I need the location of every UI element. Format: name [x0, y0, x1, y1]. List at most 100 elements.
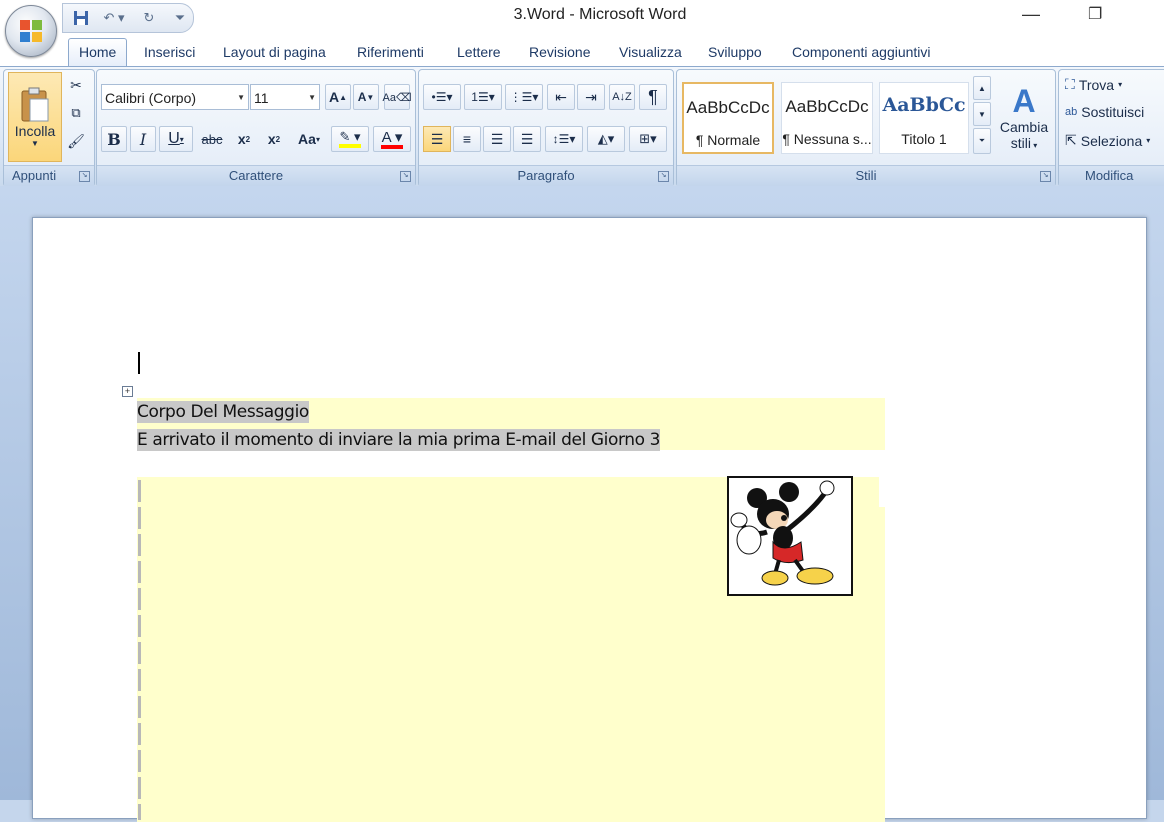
clear-formatting-icon[interactable]: Aa⌫ — [383, 84, 412, 110]
strikethrough-button[interactable]: abc — [197, 126, 227, 152]
document-line-body[interactable]: E arrivato il momento di inviare la mia … — [137, 429, 660, 451]
font-color-button[interactable]: A ▾ — [373, 126, 411, 152]
change-styles-icon: A — [1012, 83, 1036, 119]
justify-button[interactable]: ☰ — [513, 126, 541, 152]
style-name: ¶ Normale — [695, 132, 761, 148]
minimize-icon[interactable]: — — [1022, 4, 1040, 25]
style-sample: AaBbCcDc — [686, 98, 770, 117]
change-case-button[interactable]: Aa ▾ — [291, 126, 327, 152]
font-name-value: Calibri (Corpo) — [105, 90, 197, 106]
style-name: Titolo 1 — [901, 131, 947, 147]
document-area: + Corpo Del Messaggio E arrivato il mome… — [0, 186, 1164, 822]
shrink-font-button[interactable]: A ▼ — [353, 84, 379, 110]
underline-button[interactable]: U ▾ — [159, 126, 193, 152]
replace-icon: ab — [1065, 106, 1078, 118]
window-title: 3.Word - Microsoft Word — [513, 6, 687, 23]
font-name-select[interactable]: Calibri (Corpo) ▼ — [101, 84, 249, 110]
clipboard-icon — [21, 87, 49, 121]
office-button[interactable] — [5, 5, 57, 57]
text-cursor — [138, 352, 140, 374]
styles-scroll-up-icon[interactable]: ▲ — [973, 76, 991, 100]
document-page[interactable]: + Corpo Del Messaggio E arrivato il mome… — [32, 217, 1147, 822]
superscript-button[interactable]: x2 — [261, 126, 287, 152]
style-name: ¶ Nessuna s... — [782, 131, 872, 147]
font-size-select[interactable]: 11 ▼ — [250, 84, 320, 110]
font-group-label: Carattere — [97, 165, 415, 186]
decrease-indent-button[interactable]: ⇤ — [547, 84, 575, 110]
style-heading-1[interactable]: AaBbCc Titolo 1 — [879, 82, 969, 154]
clipboard-launcher-icon[interactable]: ↘ — [79, 171, 90, 182]
tab-review[interactable]: Revisione — [529, 44, 590, 60]
tab-addins[interactable]: Componenti aggiuntivi — [792, 44, 931, 60]
select-button[interactable]: ⇱ Seleziona ▾ — [1065, 132, 1150, 149]
style-sample: AaBbCcDc — [785, 97, 869, 116]
styles-group-label: Stili — [677, 165, 1055, 186]
copy-icon[interactable]: ⧉ — [64, 102, 88, 124]
align-left-button[interactable]: ☰ — [423, 126, 451, 152]
bold-button[interactable]: B — [101, 126, 127, 152]
sort-button[interactable]: A↓Z — [609, 84, 635, 110]
font-group: Calibri (Corpo) ▼ 11 ▼ A ▲ A ▼ Aa⌫ B I U ▾ a… — [96, 69, 416, 187]
title-bar: ↶ ▾ ↻ ⏷ 3.Word - Microsoft Word — ❐ — [0, 0, 1164, 36]
binoculars-icon: ⛶ — [1065, 76, 1075, 92]
bullets-button[interactable]: •☰▾ — [423, 84, 461, 110]
select-label: Seleziona — [1080, 132, 1143, 149]
editing-group-label: Modifica — [1059, 165, 1164, 186]
cut-icon[interactable]: ✂ — [64, 74, 88, 96]
align-center-button[interactable]: ≡ — [453, 126, 481, 152]
editing-group: ⛶ Trova ▾ ab Sostituisci ⇱ Seleziona ▾ Mod… — [1058, 69, 1164, 187]
mickey-mouse-image — [730, 480, 835, 586]
styles-launcher-icon[interactable]: ↘ — [1040, 171, 1051, 182]
replace-label: Sostituisci — [1081, 104, 1145, 120]
field-boundary — [138, 480, 141, 820]
tab-references[interactable]: Riferimenti — [357, 44, 424, 60]
style-normal[interactable]: AaBbCcDc ¶ Normale — [682, 82, 774, 154]
tab-view[interactable]: Visualizza — [619, 44, 682, 60]
styles-more-icon[interactable]: ⏷ — [973, 128, 991, 154]
tab-mailings[interactable]: Lettere — [457, 44, 501, 60]
change-styles-label-1: Cambia — [999, 119, 1049, 135]
mickey-mouse-picture[interactable] — [727, 476, 853, 596]
ribbon-tabs: Home Inserisci Layout di pagina Riferime… — [0, 36, 1164, 66]
find-label: Trova — [1078, 76, 1115, 93]
paragraph-group-label: Paragrafo — [419, 165, 673, 186]
multilevel-list-button[interactable]: ⋮☰▾ — [505, 84, 543, 110]
highlight-color-button[interactable]: ✎ ▾ — [331, 126, 369, 152]
styles-group: AaBbCcDc ¶ Normale AaBbCcDc ¶ Nessuna s.… — [676, 69, 1056, 187]
styles-scroll-down-icon[interactable]: ▼ — [973, 102, 991, 126]
paragraph-group: •☰▾ 1☰▾ ⋮☰▾ ⇤ ⇥ A↓Z ¶ ☰ ≡ ☰ ☰ ↕☰▾ ◭▾ ⊞▾ … — [418, 69, 674, 187]
numbering-button[interactable]: 1☰▾ — [464, 84, 502, 110]
document-line-subject[interactable]: Corpo Del Messaggio — [137, 401, 309, 423]
tab-developer[interactable]: Sviluppo — [708, 44, 762, 60]
tab-page-layout[interactable]: Layout di pagina — [223, 44, 326, 60]
ribbon: Incolla ▼ ✂ ⧉ 🖌 Appunti ↘ Calibri (Corpo… — [0, 66, 1164, 187]
cursor-icon: ⇱ — [1065, 132, 1077, 148]
font-launcher-icon[interactable]: ↘ — [400, 171, 411, 182]
restore-icon[interactable]: ❐ — [1088, 4, 1102, 24]
style-no-spacing[interactable]: AaBbCcDc ¶ Nessuna s... — [781, 82, 873, 154]
increase-indent-button[interactable]: ⇥ — [577, 84, 605, 110]
show-marks-button[interactable]: ¶ — [639, 84, 667, 110]
style-sample: AaBbCc — [882, 94, 966, 116]
line-spacing-button[interactable]: ↕☰▾ — [545, 126, 583, 152]
paste-label: Incolla — [14, 122, 56, 139]
font-color-icon: A ▾ — [381, 128, 403, 146]
find-button[interactable]: ⛶ Trova ▾ — [1065, 76, 1122, 93]
clipboard-group: Incolla ▼ ✂ ⧉ 🖌 Appunti ↘ — [3, 69, 95, 187]
paragraph-launcher-icon[interactable]: ↘ — [658, 171, 669, 182]
grow-font-button[interactable]: A ▲ — [325, 84, 351, 110]
subscript-button[interactable]: x2 — [231, 126, 257, 152]
format-painter-icon[interactable]: 🖌 — [64, 130, 88, 152]
table-move-handle-icon[interactable]: + — [122, 386, 133, 397]
highlighter-icon: ✎ ▾ — [339, 129, 361, 144]
change-styles-label-2: stili — [1010, 135, 1031, 151]
italic-button[interactable]: I — [130, 126, 156, 152]
tab-home[interactable]: Home — [68, 38, 128, 66]
change-styles-button[interactable]: A Cambia stili ▾ — [995, 72, 1053, 162]
shading-button[interactable]: ◭▾ — [587, 126, 625, 152]
tab-insert[interactable]: Inserisci — [144, 44, 195, 60]
paste-button[interactable]: Incolla ▼ — [8, 72, 62, 162]
align-right-button[interactable]: ☰ — [483, 126, 511, 152]
borders-button[interactable]: ⊞▾ — [629, 126, 667, 152]
replace-button[interactable]: ab Sostituisci — [1065, 104, 1144, 120]
